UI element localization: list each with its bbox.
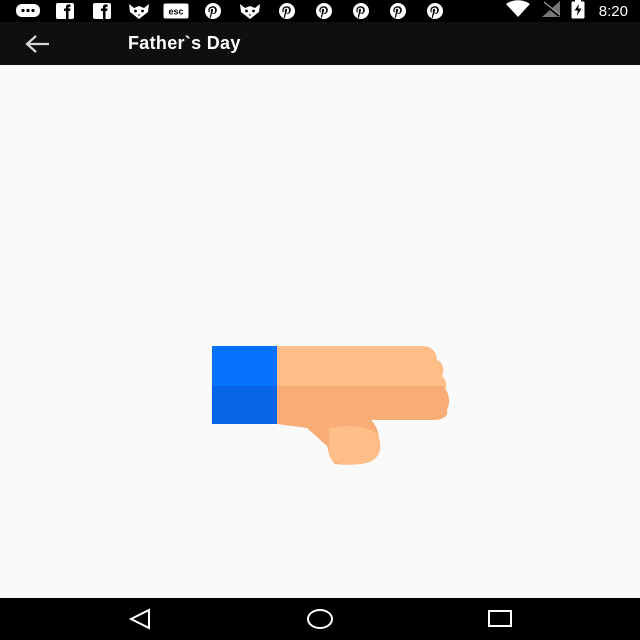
battery-charging-icon: [571, 0, 585, 24]
app-bar: Father`s Day: [0, 22, 640, 65]
pinterest-icon: [200, 2, 226, 20]
pinterest-icon: [311, 2, 337, 20]
navigation-bar: [0, 598, 640, 640]
facebook-icon: [52, 2, 78, 20]
recents-square-icon: [488, 610, 512, 627]
pinterest-icon: [422, 2, 448, 20]
pinterest-icon: [274, 2, 300, 20]
back-triangle-icon: [128, 608, 150, 630]
nav-back-button[interactable]: [110, 598, 170, 640]
signal-off-icon: [541, 0, 561, 23]
esc-icon: esc: [163, 2, 189, 20]
back-button[interactable]: [18, 24, 58, 64]
screen: esc 8:20 Father`s Day: [0, 0, 640, 640]
nav-home-button[interactable]: [290, 598, 350, 640]
pinterest-icon: [348, 2, 374, 20]
nav-recents-button[interactable]: [470, 598, 530, 640]
pinterest-icon: [385, 2, 411, 20]
status-time: 8:20: [598, 2, 628, 20]
thumbs-down-icon: [211, 278, 451, 473]
thumb: [329, 426, 381, 465]
esc-label: esc: [168, 7, 183, 17]
facebook-icon: [89, 2, 115, 20]
wifi-icon: [505, 0, 531, 23]
notification-icons: esc: [0, 2, 448, 20]
sleeve-cuff-bottom: [212, 386, 277, 424]
home-circle-icon: [307, 609, 333, 629]
fox-icon: [237, 2, 263, 20]
chat-bubble-icon: [15, 2, 41, 20]
sleeve-cuff-top: [212, 346, 277, 386]
fox-icon: [126, 2, 152, 20]
arrow-left-icon: [25, 34, 49, 53]
system-icons: 8:20: [505, 0, 628, 22]
status-bar: esc 8:20: [0, 0, 640, 22]
page-title: Father`s Day: [128, 33, 241, 53]
content-area: [0, 65, 640, 598]
